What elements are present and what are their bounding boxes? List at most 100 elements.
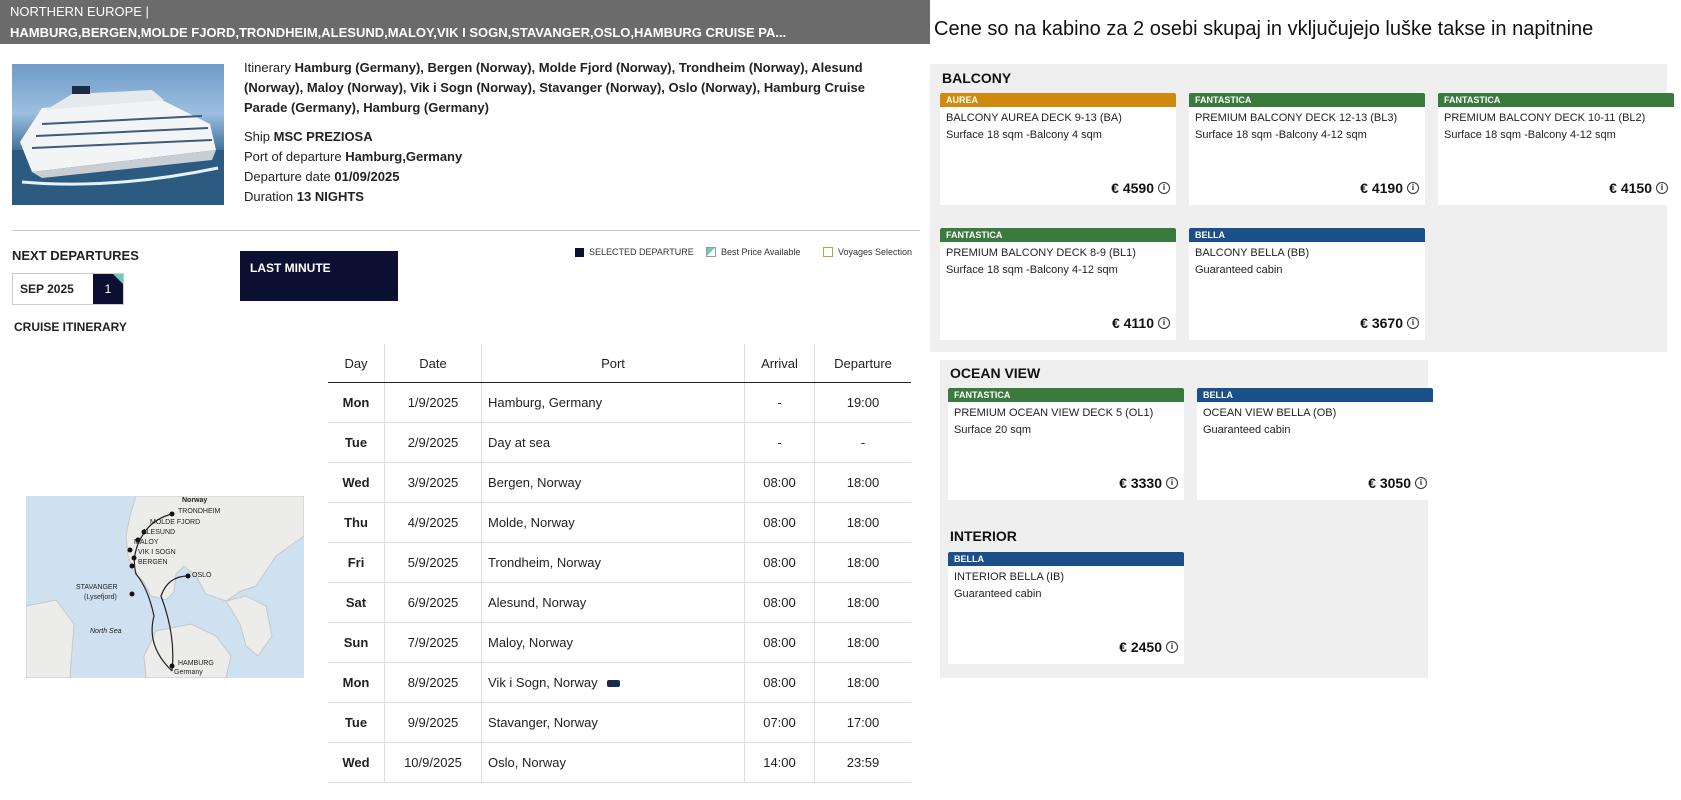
table-row: Thu 4/9/2025 Molde, Norway 08:00 18:00 (328, 502, 911, 543)
port-value: Hamburg,Germany (345, 149, 463, 164)
ship-line: Ship MSC PREZIOSA (244, 129, 373, 144)
bus-icon (607, 680, 621, 688)
last-minute-button[interactable]: LAST MINUTE (240, 251, 398, 301)
col-departure: Departure (814, 344, 911, 383)
info-icon[interactable]: i (1415, 477, 1427, 489)
itinerary-line: Itinerary Hamburg (Germany), Bergen (Nor… (244, 60, 865, 115)
map-label-north-sea: North Sea (90, 628, 122, 635)
map-label-maloy: MALOY (134, 539, 159, 546)
cabin-surface: Guaranteed cabin (954, 588, 1042, 600)
cabin-card[interactable]: BELLA INTERIOR BELLA (IB) Guaranteed cab… (948, 552, 1184, 664)
table-header-row: Day Date Port Arrival Departure (328, 344, 911, 383)
cabin-name: PREMIUM OCEAN VIEW DECK 5 (OL1) (954, 407, 1154, 419)
ship-photo (12, 64, 224, 205)
map-label-alesund: ALESUND (142, 529, 176, 536)
cabin-surface: Surface 18 sqm -Balcony 4-12 sqm (1444, 129, 1616, 141)
price-panel: Cene so na kabino za 2 osebi skupaj in v… (930, 0, 1681, 800)
info-icon[interactable]: i (1166, 477, 1178, 489)
col-day: Day (328, 344, 385, 383)
cruise-region: NORTHERN EUROPE | (10, 4, 149, 19)
cabin-price: € 4190 i (1360, 180, 1419, 196)
info-icon[interactable]: i (1656, 182, 1668, 194)
best-price-corner-icon (113, 274, 123, 284)
cruise-header: NORTHERN EUROPE | HAMBURG,BERGEN,MOLDE F… (0, 0, 930, 44)
voyages-square-icon (823, 247, 833, 257)
info-icon[interactable]: i (1407, 317, 1419, 329)
itinerary-table: Day Date Port Arrival Departure Mon 1/9/2… (328, 344, 911, 783)
cabin-surface: Guaranteed cabin (1195, 264, 1283, 276)
cabin-card[interactable]: FANTASTICA PREMIUM BALCONY DECK 10-11 (B… (1438, 93, 1674, 205)
cruise-info: Itinerary Hamburg (Germany), Bergen (Nor… (244, 58, 904, 207)
col-date: Date (384, 344, 482, 383)
info-icon[interactable]: i (1166, 641, 1178, 653)
map-label-stavanger: STAVANGER (76, 584, 118, 591)
info-icon[interactable]: i (1407, 182, 1419, 194)
best-price-square-icon (706, 247, 716, 257)
cabin-tag: FANTASTICA (940, 228, 1176, 242)
cabin-surface: Surface 18 sqm -Balcony 4 sqm (946, 129, 1102, 141)
map-label-vik: VIK I SOGN (138, 549, 176, 556)
cabin-price: € 4110 i (1112, 315, 1170, 331)
cabin-tag: FANTASTICA (1189, 93, 1425, 107)
next-departures-title: NEXT DEPARTURES (12, 248, 139, 263)
selected-square-icon (575, 247, 584, 257)
table-row: Tue 9/9/2025 Stavanger, Norway 07:00 17:00 (328, 702, 911, 743)
cabin-name: BALCONY AUREA DECK 9-13 (BA) (946, 112, 1122, 124)
cabin-card[interactable]: AUREA BALCONY AUREA DECK 9-13 (BA) Surfa… (940, 93, 1176, 205)
cabin-name: OCEAN VIEW BELLA (OB) (1203, 407, 1337, 419)
cabin-card[interactable]: BELLA BALCONY BELLA (BB) Guaranteed cabi… (1189, 228, 1425, 340)
cruise-itinerary-title: CRUISE ITINERARY (14, 320, 127, 334)
info-icon[interactable]: i (1158, 317, 1170, 329)
table-row: Fri 5/9/2025 Trondheim, Norway 08:00 18:00 (328, 542, 911, 583)
cabin-tag: BELLA (1189, 228, 1425, 242)
legend-best-price: Best Price Available (706, 247, 800, 257)
col-arrival: Arrival (744, 344, 815, 383)
map-label-lysefjord: (Lysefjord) (84, 594, 117, 601)
cabin-tag: BELLA (948, 552, 1184, 566)
map-label-bergen: BERGEN (138, 559, 168, 566)
duration-line: Duration 13 NIGHTS (244, 189, 364, 204)
map-label-norway: Norway (182, 497, 208, 504)
interior-title: INTERIOR (950, 528, 1017, 544)
itinerary-value: Hamburg (Germany), Bergen (Norway), Mold… (244, 60, 865, 115)
divider (12, 230, 920, 231)
cabin-tag: FANTASTICA (1438, 93, 1674, 107)
map-label-germany: Germany (174, 669, 203, 676)
cabin-price: € 2450 i (1119, 639, 1178, 655)
cabin-surface: Surface 20 sqm (954, 424, 1032, 436)
itinerary-map[interactable]: Norway TRONDHEIM MOLDE FJORD ALESUND MAL… (26, 496, 304, 678)
cabin-card[interactable]: BELLA OCEAN VIEW BELLA (OB) Guaranteed c… (1197, 388, 1433, 500)
cabin-surface: Surface 18 sqm -Balcony 4-12 sqm (946, 264, 1118, 276)
ship-value: MSC PREZIOSA (273, 129, 373, 144)
cabin-card[interactable]: FANTASTICA PREMIUM OCEAN VIEW DECK 5 (OL… (948, 388, 1184, 500)
date-value: 01/09/2025 (334, 169, 400, 184)
departure-month-label: SEP 2025 (20, 282, 74, 296)
table-row: Wed 3/9/2025 Bergen, Norway 08:00 18:00 (328, 462, 911, 503)
info-icon[interactable]: i (1158, 182, 1170, 194)
cruise-route: HAMBURG,BERGEN,MOLDE FJORD,TRONDHEIM,ALE… (10, 25, 787, 40)
cabin-price: € 3330 i (1119, 475, 1178, 491)
cabin-card[interactable]: FANTASTICA PREMIUM BALCONY DECK 8-9 (BL1… (940, 228, 1176, 340)
cabin-price: € 3050 i (1368, 475, 1427, 491)
cabin-name: PREMIUM BALCONY DECK 8-9 (BL1) (946, 247, 1136, 259)
cabin-name: BALCONY BELLA (BB) (1195, 247, 1310, 259)
cabin-surface: Guaranteed cabin (1203, 424, 1291, 436)
cabin-price: € 3670 i (1360, 315, 1419, 331)
table-row: Tue 2/9/2025 Day at sea - - (328, 422, 911, 463)
balcony-title: BALCONY (942, 70, 1012, 86)
table-row: Sun 7/9/2025 Maloy, Norway 08:00 18:00 (328, 622, 911, 663)
cabin-name: PREMIUM BALCONY DECK 12-13 (BL3) (1195, 112, 1398, 124)
cabin-tag: FANTASTICA (948, 388, 1184, 402)
cabin-card[interactable]: FANTASTICA PREMIUM BALCONY DECK 12-13 (B… (1189, 93, 1425, 205)
map-label-molde: MOLDE FJORD (150, 519, 201, 526)
date-line: Departure date 01/09/2025 (244, 169, 400, 184)
legend-voyages: Voyages Selection (823, 247, 912, 257)
table-row: Mon 8/9/2025 Vik i Sogn, Norway 08:00 18:00 (328, 662, 911, 703)
cabin-surface: Surface 18 sqm -Balcony 4-12 sqm (1195, 129, 1367, 141)
cabin-name: PREMIUM BALCONY DECK 10-11 (BL2) (1444, 112, 1646, 124)
table-row: Wed 10/9/2025 Oslo, Norway 14:00 23:59 (328, 742, 911, 783)
col-port: Port (481, 344, 745, 383)
table-row: Mon 1/9/2025 Hamburg, Germany -19:00 (328, 382, 911, 423)
map-label-hamburg: HAMBURG (178, 660, 214, 667)
departure-month-button[interactable]: SEP 2025 1 (12, 273, 124, 305)
